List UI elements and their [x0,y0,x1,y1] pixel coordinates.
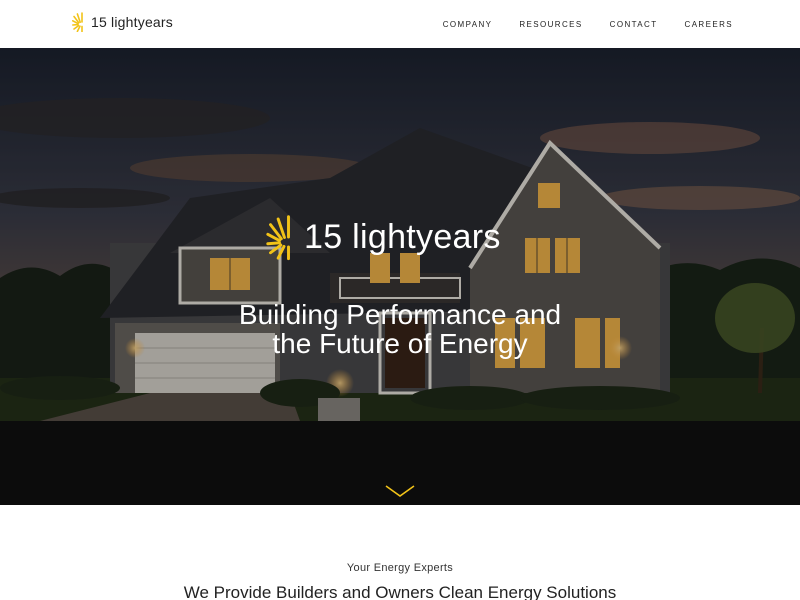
hero-section: 15 lightyears Building Performance and t… [0,48,800,421]
hero-title-line-1: Building Performance and [238,299,562,330]
nav-item-company[interactable]: COMPANY [443,20,493,29]
intro-heading: We Provide Builders and Owners Clean Ene… [183,583,617,600]
intro-eyebrow: Your Energy Experts [346,562,454,574]
page: 15 lightyears COMPANY RESOURCES CONTACT … [0,0,800,600]
sun-rays-icon [266,215,290,261]
nav-item-contact[interactable]: CONTACT [610,20,658,29]
hero-logo-text: 15 lightyears [304,217,501,256]
chevron-down-icon[interactable] [384,482,416,500]
nav-item-careers[interactable]: CAREERS [685,20,733,29]
hero-title: Building Performance and the Future of E… [0,300,800,358]
main-nav: COMPANY RESOURCES CONTACT CAREERS [443,0,733,48]
hero-title-line-2: the Future of Energy [272,328,528,359]
logo-link[interactable]: 15 lightyears [72,12,173,32]
logo-text: 15 lightyears [91,14,173,30]
hero-logo: 15 lightyears [266,206,501,268]
sun-rays-icon [72,12,83,32]
nav-item-resources[interactable]: RESOURCES [519,20,582,29]
site-header: 15 lightyears COMPANY RESOURCES CONTACT … [0,0,800,48]
intro-section: Your Energy Experts We Provide Builders … [0,505,800,600]
